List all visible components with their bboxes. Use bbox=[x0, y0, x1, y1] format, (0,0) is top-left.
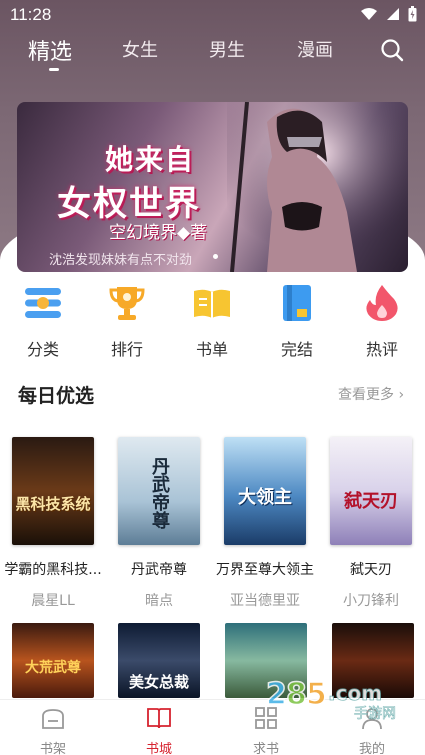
status-time: 11:28 bbox=[10, 5, 52, 24]
see-more-label: 查看更多 bbox=[338, 387, 394, 403]
quick-ranking[interactable]: 排行 bbox=[92, 283, 162, 360]
bookshelf-icon bbox=[42, 709, 64, 729]
book-card[interactable]: 大领主 万界至尊大领主 亚当德里亚 bbox=[215, 437, 315, 610]
quick-label: 分类 bbox=[26, 340, 59, 359]
quick-completed[interactable]: 完结 bbox=[262, 283, 332, 360]
section-title: 每日优选 bbox=[18, 385, 95, 407]
cover-title: 大领主 bbox=[238, 487, 292, 508]
book-title: 丹武帝尊 bbox=[131, 562, 187, 578]
book-author: 晨星LL bbox=[31, 593, 75, 609]
search-icon[interactable] bbox=[380, 38, 404, 62]
book-card[interactable]: 弑天刃 弑天刃 小刀锋利 bbox=[321, 437, 421, 610]
quick-label: 排行 bbox=[110, 340, 143, 359]
book-author: 小刀锋利 bbox=[343, 593, 399, 609]
open-book-icon bbox=[194, 289, 230, 318]
book-cover: 丹武帝尊 bbox=[118, 437, 200, 545]
book-card[interactable]: 丹武帝尊 丹武帝尊 暗点 bbox=[109, 437, 209, 610]
book-title: 弑天刃 bbox=[350, 562, 392, 578]
open-book-icon bbox=[147, 708, 171, 729]
quick-hot-reviews[interactable]: 热评 bbox=[347, 283, 417, 360]
tab-indicator bbox=[49, 68, 59, 71]
trophy-icon bbox=[109, 287, 145, 320]
tab-bookstore[interactable]: 书城 bbox=[129, 706, 189, 755]
banner-dot bbox=[213, 254, 218, 259]
book-icon bbox=[283, 285, 311, 321]
quick-entry-row: 分类 排行 书单 完结 热评 bbox=[0, 283, 425, 360]
quick-category[interactable]: 分类 bbox=[8, 283, 78, 360]
tab-featured[interactable]: 精选 bbox=[28, 34, 72, 66]
site-watermark-logo: 2 8 5 .com 手游网 bbox=[265, 676, 396, 722]
banner-author: 空幻境界◆著 bbox=[109, 223, 208, 243]
bottom-tab-label: 书架 bbox=[39, 742, 66, 755]
bottom-tab-label: 求书 bbox=[252, 742, 279, 755]
top-nav: 精选 女生 男生 漫画 bbox=[0, 30, 425, 78]
quick-booklist[interactable]: 书单 bbox=[177, 283, 247, 360]
flame-icon bbox=[366, 285, 398, 321]
cover-title: 黑科技系统 bbox=[15, 495, 91, 513]
status-bar: 11:28 bbox=[0, 0, 425, 30]
tab-male[interactable]: 男生 bbox=[209, 36, 245, 62]
book-title: 学霸的黑科技... bbox=[4, 562, 102, 578]
bottom-tab-label: 书城 bbox=[145, 742, 172, 755]
cover-title: 美女总裁 bbox=[128, 673, 189, 691]
bottom-tab-label: 我的 bbox=[358, 742, 385, 755]
cover-title: 大荒武尊 bbox=[25, 660, 81, 676]
banner-title-line1: 她来自 bbox=[105, 143, 196, 176]
banner-pagination bbox=[213, 254, 218, 259]
tab-bookshelf[interactable]: 书架 bbox=[23, 706, 83, 755]
tab-female[interactable]: 女生 bbox=[122, 36, 158, 62]
quick-label: 书单 bbox=[195, 340, 228, 359]
book-cover: 大领主 bbox=[224, 437, 306, 545]
book-title: 万界至尊大领主 bbox=[216, 562, 314, 578]
status-icons bbox=[360, 6, 417, 22]
book-cover: 黑科技系统 bbox=[12, 437, 94, 545]
book-card[interactable]: 黑科技系统 学霸的黑科技... 晨星LL bbox=[3, 437, 103, 610]
quick-label: 热评 bbox=[365, 340, 398, 359]
svg-text:5: 5 bbox=[306, 677, 327, 712]
banner-character-illustration bbox=[227, 102, 408, 272]
cover-title: 丹武帝尊 bbox=[149, 457, 170, 529]
book-cover: 弑天刃 bbox=[330, 437, 412, 545]
category-icon bbox=[25, 288, 61, 318]
banner-subtitle: 沈浩发现妹妹有点不对劲 bbox=[49, 253, 193, 268]
tab-comics[interactable]: 漫画 bbox=[297, 36, 333, 62]
quick-label: 完结 bbox=[280, 340, 313, 359]
promo-banner[interactable]: 她来自 女权世界 空幻境界◆著 沈浩发现妹妹有点不对劲 bbox=[17, 102, 408, 272]
wifi-icon bbox=[361, 8, 377, 20]
svg-text:手游网: 手游网 bbox=[354, 706, 396, 722]
see-more-link[interactable]: 查看更多 › bbox=[338, 384, 404, 404]
book-author: 暗点 bbox=[145, 593, 173, 609]
book-cover[interactable]: 美女总裁 bbox=[118, 623, 200, 698]
cover-title: 弑天刃 bbox=[344, 491, 398, 512]
book-author: 亚当德里亚 bbox=[230, 593, 300, 609]
svg-text:.com: .com bbox=[328, 681, 382, 705]
svg-text:8: 8 bbox=[286, 677, 307, 712]
battery-icon bbox=[408, 6, 417, 22]
svg-text:2: 2 bbox=[266, 677, 287, 712]
signal-icon bbox=[387, 8, 399, 20]
chevron-right-icon: › bbox=[398, 387, 405, 403]
book-cover[interactable]: 大荒武尊 bbox=[12, 623, 94, 698]
